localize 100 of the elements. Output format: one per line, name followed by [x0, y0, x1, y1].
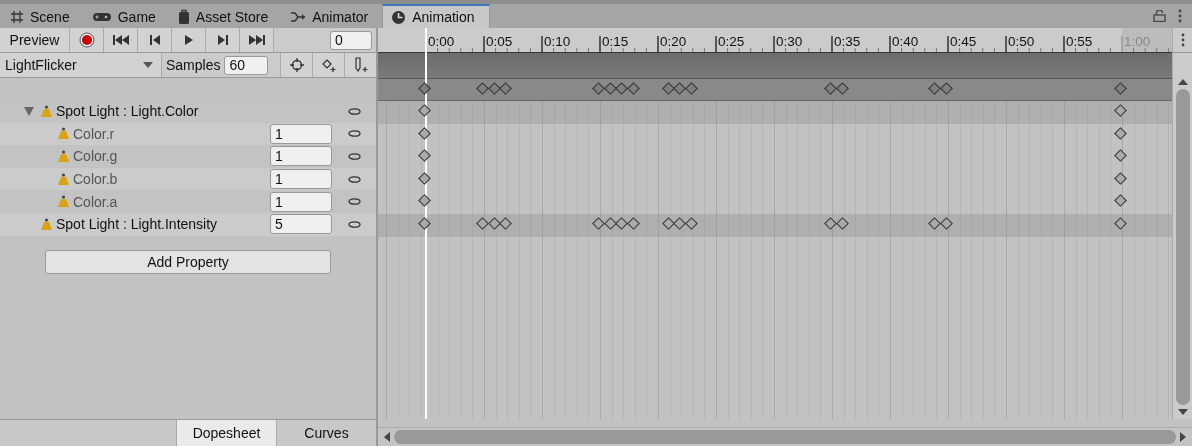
- value-field[interactable]: 5: [270, 214, 332, 235]
- first-key-button[interactable]: [104, 28, 138, 52]
- keyframe[interactable]: [940, 217, 953, 230]
- keyframe[interactable]: [661, 217, 675, 230]
- keyframe[interactable]: [592, 217, 605, 230]
- add-property-button[interactable]: Add Property: [45, 249, 331, 274]
- view-tab[interactable]: Dopesheet: [176, 420, 276, 446]
- keyframe[interactable]: [1114, 171, 1127, 185]
- frame-field[interactable]: 0: [330, 30, 372, 50]
- keyframe[interactable]: [835, 217, 849, 230]
- prev-key-button[interactable]: [138, 28, 172, 52]
- keyframe[interactable]: [824, 217, 837, 230]
- preview-button[interactable]: Preview: [0, 28, 70, 52]
- property-label: Color.b: [73, 171, 118, 188]
- scroll-right-icon[interactable]: [1180, 432, 1186, 442]
- lamp-icon: [57, 172, 70, 186]
- last-key-button[interactable]: [240, 28, 274, 52]
- eye-icon[interactable]: [347, 198, 361, 206]
- keyframe[interactable]: [603, 217, 617, 230]
- samples-label: Samples: [166, 57, 221, 73]
- add-keyframe-button[interactable]: [312, 53, 344, 77]
- grid-icon: [10, 10, 24, 24]
- time-label: 0:50: [1008, 34, 1035, 49]
- window-tab[interactable]: Asset Store: [169, 4, 283, 28]
- keyframe[interactable]: [418, 217, 431, 230]
- lamp-icon: [57, 127, 70, 141]
- window-tab[interactable]: Animation: [382, 4, 490, 28]
- skip-forward-icon: [248, 35, 265, 45]
- next-key-button[interactable]: [206, 28, 240, 52]
- value-field[interactable]: 1: [270, 146, 332, 167]
- add-keyframe-icon: [320, 57, 337, 73]
- property-label: Spot Light : Light.Color: [56, 103, 199, 120]
- keyframe[interactable]: [673, 217, 687, 230]
- keyframe[interactable]: [418, 194, 431, 208]
- bag-icon: [177, 9, 190, 25]
- add-event-icon: [352, 57, 369, 73]
- keyframe[interactable]: [1114, 149, 1127, 163]
- lamp-icon: [57, 150, 70, 163]
- keyframe[interactable]: [418, 104, 431, 117]
- menu-icon[interactable]: [1180, 33, 1185, 47]
- skip-back-icon: [112, 35, 129, 45]
- value-field[interactable]: 1: [270, 123, 332, 144]
- record-icon: [78, 32, 95, 48]
- keyframe[interactable]: [1114, 104, 1127, 117]
- time-label: 0:15: [602, 34, 629, 49]
- keyframe[interactable]: [1114, 217, 1127, 230]
- keyframe[interactable]: [487, 217, 501, 230]
- time-label: 0:45: [950, 34, 977, 49]
- window-tab[interactable]: Scene: [2, 4, 84, 28]
- property-label: Spot Light : Light.Intensity: [56, 216, 218, 233]
- horizontal-scrollbar[interactable]: [378, 427, 1192, 446]
- lamp-icon: [40, 104, 53, 118]
- eye-icon[interactable]: [347, 175, 361, 183]
- flow-icon: [290, 11, 307, 23]
- eye-icon[interactable]: [347, 130, 361, 138]
- keyframe[interactable]: [418, 171, 431, 185]
- scrollbar-thumb[interactable]: [394, 430, 1176, 444]
- lamp-icon: [57, 195, 70, 209]
- caret-icon: [143, 62, 153, 68]
- play-icon: [184, 35, 193, 45]
- keyframe[interactable]: [499, 217, 513, 230]
- keyframe[interactable]: [626, 217, 640, 230]
- keyframe[interactable]: [615, 217, 629, 230]
- summary-keyframe[interactable]: [418, 82, 431, 95]
- gamepad-icon: [91, 11, 112, 23]
- time-label: 0:25: [718, 34, 745, 49]
- keyframe[interactable]: [1114, 126, 1127, 140]
- keyframe[interactable]: [928, 217, 942, 230]
- window-tab[interactable]: Animator: [282, 4, 383, 28]
- keyframe[interactable]: [418, 149, 431, 163]
- keyframe[interactable]: [418, 126, 431, 140]
- eye-icon[interactable]: [347, 153, 361, 160]
- eye-icon[interactable]: [347, 220, 361, 228]
- crosshair-icon: [288, 57, 305, 73]
- time-label: 0:30: [776, 34, 803, 49]
- add-key-button[interactable]: [280, 53, 312, 77]
- window-tab[interactable]: Game: [83, 4, 170, 28]
- lock-icon[interactable]: [1153, 10, 1166, 22]
- clip-dropdown[interactable]: LightFlicker: [0, 53, 162, 77]
- menu-icon[interactable]: [1178, 9, 1182, 23]
- time-label: 0:05: [486, 34, 513, 49]
- step-back-icon: [149, 35, 160, 45]
- time-label: 0:10: [544, 34, 571, 49]
- play-button[interactable]: [172, 28, 206, 52]
- scroll-down-icon[interactable]: [1177, 409, 1188, 415]
- keyframe[interactable]: [684, 217, 698, 230]
- time-label: 0:55: [1066, 34, 1093, 49]
- record-button[interactable]: [70, 28, 104, 52]
- scroll-up-icon[interactable]: [1177, 79, 1188, 85]
- keyframe[interactable]: [1114, 194, 1127, 208]
- value-field[interactable]: 1: [270, 191, 332, 212]
- keyframe[interactable]: [476, 217, 489, 230]
- value-field[interactable]: 1: [270, 169, 332, 190]
- eye-icon[interactable]: [347, 107, 361, 115]
- property-label: Color.a: [73, 193, 118, 210]
- property-label: Color.g: [73, 148, 118, 165]
- scrollbar-thumb[interactable]: [1175, 89, 1190, 405]
- samples-field[interactable]: 60: [224, 55, 269, 75]
- scroll-left-icon[interactable]: [384, 432, 390, 442]
- time-label: 0:35: [834, 34, 861, 49]
